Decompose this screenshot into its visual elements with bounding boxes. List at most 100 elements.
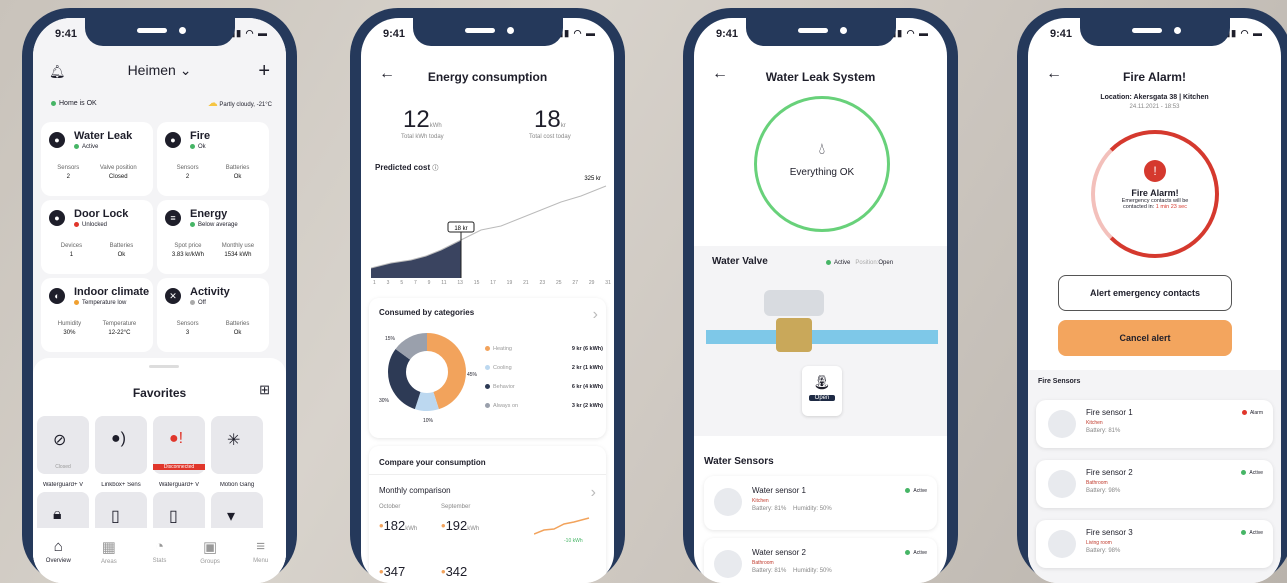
favorite-item[interactable]: ●) Linkbox+ Sens: [95, 416, 147, 488]
ok-label: Everything OK: [789, 167, 855, 178]
valve-status: Active Position:Open: [826, 260, 893, 266]
x-tick: 19: [506, 280, 513, 286]
sensor-name: Fire sensor 3: [1086, 528, 1133, 537]
status-time: 9:41: [55, 28, 78, 40]
legend-item: Heating 9 kr (6 kWh): [485, 346, 603, 352]
home-status: Home is OK: [51, 100, 97, 107]
home-selector[interactable]: Heimen ⌄: [33, 62, 286, 79]
x-tick: 23: [539, 280, 546, 286]
nav-stats[interactable]: ◔ Stats: [139, 538, 179, 583]
lamp-icon: ▾: [227, 508, 236, 525]
alarm-ring: ! Fire Alarm! Emergency contacts will be…: [1091, 130, 1219, 258]
value-row-2: •347: [379, 564, 406, 579]
sensor-row[interactable]: Water sensor 2 Bathroom Battery: 81% Hum…: [704, 538, 937, 583]
month-october: October: [379, 504, 401, 510]
phone-energy: 9:41 ▮▮ ◠ ▬ ← Energy consumption 12kWh Tot…: [350, 8, 625, 583]
activity-icon: ✕: [165, 288, 181, 304]
tile-stat-1: Sensors 2: [57, 165, 80, 180]
nav-menu[interactable]: ≡ Menu: [241, 538, 281, 583]
add-icon[interactable]: +: [258, 60, 270, 83]
device-tile[interactable]: ● Fire Ok Sensors 2 Batteries Ok: [157, 122, 269, 196]
pct-behavior: 30%: [379, 398, 390, 404]
sensor-row[interactable]: Water sensor 1 Kitchen Battery: 81% Humi…: [704, 476, 937, 530]
sensor-name: Water sensor 2: [752, 548, 806, 557]
diff-label: -10 kWh: [564, 538, 583, 544]
sensor-row[interactable]: Fire sensor 3 Living room Battery: 98% A…: [1036, 520, 1273, 568]
valve-body: [776, 318, 812, 352]
x-tick: 7: [413, 280, 417, 286]
favorite-sub: Closed: [55, 464, 71, 470]
alert-emergency-button[interactable]: Alert emergency contacts: [1058, 275, 1232, 311]
tile-name: Door Lock: [74, 208, 129, 220]
x-tick: 9: [427, 280, 431, 286]
phone-fire-alarm: 9:41 ▮▮ ◠ ▬ ← Fire Alarm! Location: Akers…: [1017, 8, 1287, 583]
notch: [745, 18, 896, 46]
categories-title: Consumed by categories: [379, 308, 475, 317]
weather: ☁ Partly cloudy, -21°C: [207, 98, 272, 109]
nav-overview[interactable]: ⌂ Overview: [38, 538, 78, 583]
alarm-message: Emergency contacts will be contacted in:…: [1121, 198, 1189, 210]
device-tile[interactable]: ● Water Leak Active Sensors 2 Valve positi…: [41, 122, 153, 196]
water-drop-icon: ●: [49, 132, 65, 148]
tile-stat-2: Batteries Ok: [109, 243, 134, 258]
phone-overview: 9:41 ▮▮ ◠ ▬ 🔔︎ Heimen ⌄ + Home is OK ☁ Pa…: [22, 8, 297, 583]
categories-card[interactable]: Consumed by categories › 15% 45% 30% 10%…: [369, 298, 606, 438]
favorite-label: Waterguard+ V: [42, 482, 84, 488]
device-tile[interactable]: ● Door Lock Unlocked Devices 1 Batteries Ok: [41, 200, 153, 274]
water-drop-icon: 💧︎: [818, 141, 826, 158]
favorite-item[interactable]: ●! Disconnected Waterguard+ V: [153, 416, 205, 488]
tile-name: Activity: [190, 286, 230, 298]
nav-icon: ◔: [154, 538, 165, 555]
nav-groups[interactable]: ▣ Groups: [190, 538, 230, 583]
valve-title: Water Valve: [712, 256, 768, 267]
door-icon: ▯: [169, 508, 178, 525]
sensor-row[interactable]: Fire sensor 1 Kitchen Battery: 81% Alarm: [1036, 400, 1273, 448]
sensor-name: Water sensor 1: [752, 486, 806, 495]
sensor-battery: Battery: 98%: [1086, 548, 1121, 554]
location: Location: Akersgata 38 | Kitchen: [1100, 94, 1209, 101]
x-tick: 21: [523, 280, 529, 286]
x-tick: 5: [400, 280, 404, 286]
sensor-status: Active: [1241, 470, 1263, 476]
sensors-title: Fire Sensors: [1038, 378, 1081, 385]
tile-status: Active: [74, 144, 98, 150]
kwh-stat: 12kWh Total kWh today: [401, 106, 444, 140]
device-tile[interactable]: ◐ Indoor climate Temperature low Humidit…: [41, 278, 153, 352]
x-tick: 3: [386, 280, 390, 286]
nav-areas[interactable]: ▦ Areas: [89, 538, 129, 583]
sensor-icon: [1048, 470, 1076, 498]
tile-status: Temperature low: [74, 300, 126, 306]
favorite-item[interactable]: ✳ Motion Gang: [211, 416, 263, 488]
sensor-room: Kitchen: [1086, 420, 1103, 426]
valve-device: [764, 290, 824, 316]
phone-water-leak: 9:41 ▮▮ ◠ ▬ ← Water Leak System 💧︎ Everyt…: [683, 8, 958, 583]
sensor-row[interactable]: Fire sensor 2 Bathroom Battery: 98% Acti…: [1036, 460, 1273, 508]
device-icon: ●!: [169, 430, 184, 447]
sensor-room: Bathroom: [752, 560, 774, 566]
system-icons: ▮▮ ◠ ▬: [891, 28, 929, 38]
drag-handle[interactable]: [149, 365, 179, 368]
chevron-right-icon: ›: [592, 306, 598, 323]
notch: [412, 18, 563, 46]
x-tick: 15: [473, 280, 480, 286]
fire-icon: !: [1144, 160, 1166, 182]
page-title: Energy consumption: [427, 70, 548, 84]
door-icon: ▯: [111, 508, 120, 525]
favorite-item[interactable]: ⊘ Closed Waterguard+ V: [37, 416, 89, 488]
status-time: 9:41: [1050, 28, 1073, 40]
compare-card[interactable]: Compare your consumption Monthly compari…: [369, 446, 606, 583]
open-valve-button[interactable]: ⛲︎ Open: [802, 366, 842, 416]
faucet-icon: ⛲︎: [813, 374, 831, 390]
x-tick: 11: [441, 280, 447, 286]
grid-add-icon[interactable]: ⊞: [259, 382, 270, 398]
device-tile[interactable]: ✕ Activity Off Sensors 3 Batteries Ok: [157, 278, 269, 352]
device-tile[interactable]: ≡ Energy Below average Spot price 3.83 kr…: [157, 200, 269, 274]
x-tick: 27: [572, 280, 578, 286]
x-tick: 31: [605, 280, 611, 286]
sensor-status: Active: [905, 550, 927, 556]
cancel-alert-button[interactable]: Cancel alert: [1058, 320, 1232, 356]
energy-icon: ≡: [165, 210, 181, 226]
sensor-status: Active: [905, 488, 927, 494]
october-value: •182kWh: [379, 518, 418, 533]
climate-icon: ◐: [49, 288, 65, 304]
